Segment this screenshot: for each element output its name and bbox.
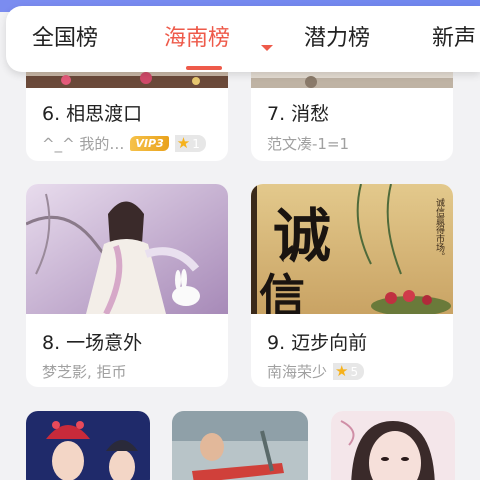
rank-value: 5 — [350, 364, 359, 379]
chart-tab-bar: 全国榜 海南榜 潜力榜 新声 — [6, 6, 480, 72]
song-card-12[interactable] — [331, 411, 455, 480]
song-cover-image — [26, 184, 228, 314]
active-tab-indicator — [186, 66, 222, 70]
song-cover-image — [331, 411, 455, 480]
caret-down-icon[interactable] — [261, 45, 273, 51]
song-card-8[interactable]: 8. 一场意外 梦芝影, 拒币 — [26, 184, 228, 387]
song-card-11[interactable] — [172, 411, 308, 480]
song-subtitle: 范文凑-1=1 — [267, 133, 349, 154]
tab-potential-chart[interactable]: 潜力榜 — [304, 24, 370, 54]
song-artist: 南海荣少 — [267, 363, 328, 381]
tab-hainan-chart[interactable]: 海南榜 — [164, 24, 230, 54]
tab-new-voice-chart[interactable]: 新声 — [432, 24, 476, 54]
star-icon: ★ — [335, 362, 349, 380]
star-icon: ★ — [176, 134, 191, 152]
song-subtitle: 南海荣少 ★ 5 — [267, 361, 365, 382]
song-title: 6. 相思渡口 — [42, 103, 143, 125]
song-subtitle: ^_^ 我的… VIP3 ★ 1 — [42, 133, 206, 154]
song-cover-image: 诚 信 诚信赢得市场。 — [251, 184, 453, 314]
vip-badge: VIP3 — [130, 136, 169, 151]
rank-badge: ★ 1 — [174, 134, 206, 152]
song-cover-image — [172, 411, 308, 480]
song-artist: 梦芝影, 拒币 — [42, 363, 127, 381]
song-artist: ^_^ 我的… — [42, 135, 125, 153]
tab-national-chart[interactable]: 全国榜 — [32, 24, 98, 54]
song-title: 7. 消愁 — [267, 103, 330, 125]
song-subtitle: 梦芝影, 拒币 — [42, 361, 127, 382]
cover-calligraphy-xin: 信 — [259, 269, 305, 314]
cover-calligraphy-vertical: 诚信赢得市场。 — [434, 197, 445, 261]
song-title: 8. 一场意外 — [42, 332, 143, 354]
rank-badge: ★ 5 — [333, 362, 365, 380]
song-title: 9. 迈步向前 — [267, 332, 368, 354]
song-artist: 范文凑-1=1 — [267, 135, 350, 153]
song-cover-image — [26, 411, 150, 480]
song-card-9[interactable]: 诚 信 诚信赢得市场。 9. 迈步向前 南海荣少 ★ 5 — [251, 184, 453, 387]
song-card-10[interactable] — [26, 411, 150, 480]
cover-calligraphy-cheng: 诚 — [273, 202, 331, 270]
rank-value: 1 — [192, 136, 200, 151]
